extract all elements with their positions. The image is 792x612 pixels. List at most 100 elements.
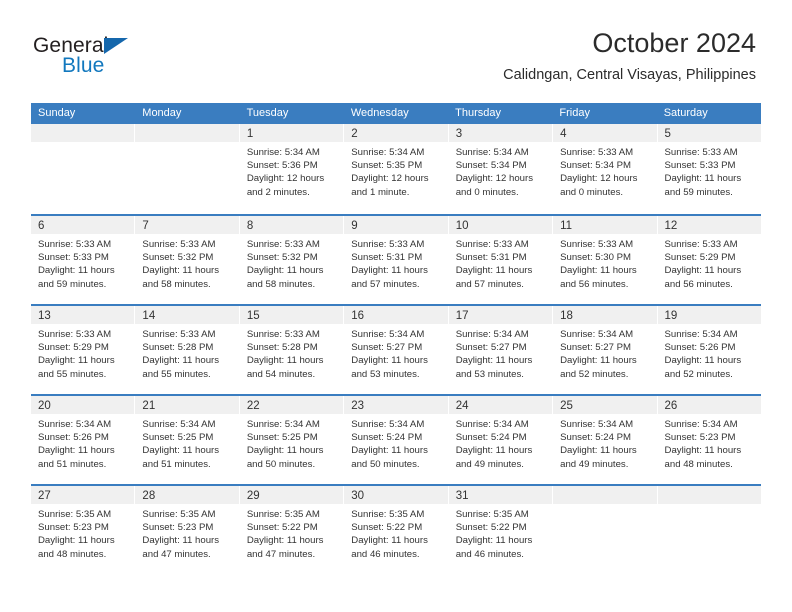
calendar-day-cell[interactable]: 22 Sunrise: 5:34 AM Sunset: 5:25 PM Dayl… bbox=[239, 396, 345, 484]
calendar-day-cell[interactable] bbox=[553, 486, 658, 574]
sunset-text: Sunset: 5:24 PM bbox=[351, 432, 423, 444]
calendar-day-cell[interactable]: 25 Sunrise: 5:34 AM Sunset: 5:24 PM Dayl… bbox=[553, 396, 658, 484]
daylight-text-line2: and 46 minutes. bbox=[351, 548, 420, 560]
calendar-day-cell[interactable]: 21 Sunrise: 5:34 AM Sunset: 5:25 PM Dayl… bbox=[135, 396, 240, 484]
day-number: 21 bbox=[142, 400, 156, 412]
calendar-day-cell[interactable] bbox=[31, 124, 136, 214]
calendar-week-row: 6 Sunrise: 5:33 AM Sunset: 5:33 PM Dayli… bbox=[31, 214, 761, 304]
calendar-day-cell[interactable]: 7 Sunrise: 5:33 AM Sunset: 5:32 PM Dayli… bbox=[135, 216, 240, 304]
day-number: 6 bbox=[38, 220, 45, 232]
calendar-day-cell[interactable]: 27 Sunrise: 5:35 AM Sunset: 5:23 PM Dayl… bbox=[31, 486, 136, 574]
sunrise-text: Sunrise: 5:35 AM bbox=[246, 509, 320, 520]
sunrise-text: Sunrise: 5:34 AM bbox=[351, 329, 425, 340]
daylight-text-line2: and 51 minutes. bbox=[38, 458, 107, 470]
daylight-text-line2: and 50 minutes. bbox=[351, 458, 420, 470]
calendar-week-row: 1 Sunrise: 5:34 AM Sunset: 5:36 PM Dayli… bbox=[31, 124, 761, 214]
daylight-text-line2: and 47 minutes. bbox=[246, 548, 316, 560]
daylight-text-line1: Daylight: 11 hours bbox=[142, 445, 220, 457]
weekday-header-saturday: Saturday bbox=[663, 107, 708, 119]
sunset-text: Sunset: 5:36 PM bbox=[246, 160, 318, 172]
calendar-day-cell[interactable]: 11 Sunrise: 5:33 AM Sunset: 5:30 PM Dayl… bbox=[553, 216, 658, 304]
calendar-day-cell[interactable]: 19 Sunrise: 5:34 AM Sunset: 5:26 PM Dayl… bbox=[657, 306, 761, 394]
daylight-text-line1: Daylight: 11 hours bbox=[664, 355, 742, 367]
triangle-icon bbox=[104, 38, 128, 54]
daylight-text-line2: and 56 minutes. bbox=[560, 278, 629, 290]
day-number: 12 bbox=[664, 220, 678, 232]
sunset-text: Sunset: 5:28 PM bbox=[246, 342, 318, 354]
sunrise-text: Sunrise: 5:33 AM bbox=[246, 329, 320, 340]
weekday-header-sunday: Sunday bbox=[38, 107, 76, 119]
calendar-day-cell[interactable]: 4 Sunrise: 5:33 AM Sunset: 5:34 PM Dayli… bbox=[553, 124, 658, 214]
sunrise-text: Sunrise: 5:33 AM bbox=[38, 329, 112, 340]
calendar-day-cell[interactable]: 20 Sunrise: 5:34 AM Sunset: 5:26 PM Dayl… bbox=[31, 396, 136, 484]
day-number: 4 bbox=[560, 128, 567, 140]
calendar-day-cell[interactable]: 24 Sunrise: 5:34 AM Sunset: 5:24 PM Dayl… bbox=[448, 396, 554, 484]
sunset-text: Sunset: 5:35 PM bbox=[351, 160, 423, 172]
calendar-day-cell[interactable]: 16 Sunrise: 5:34 AM Sunset: 5:27 PM Dayl… bbox=[344, 306, 449, 394]
daylight-text-line1: Daylight: 11 hours bbox=[38, 445, 115, 457]
daylight-text-line1: Daylight: 11 hours bbox=[246, 535, 324, 547]
calendar-day-cell[interactable]: 3 Sunrise: 5:34 AM Sunset: 5:34 PM Dayli… bbox=[448, 124, 554, 214]
daylight-text-line2: and 51 minutes. bbox=[142, 458, 211, 470]
day-number: 5 bbox=[664, 128, 671, 140]
daylight-text-line1: Daylight: 11 hours bbox=[455, 355, 533, 367]
weekday-header-monday: Monday bbox=[142, 107, 182, 119]
calendar-day-cell[interactable]: 30 Sunrise: 5:35 AM Sunset: 5:22 PM Dayl… bbox=[344, 486, 449, 574]
sunset-text: Sunset: 5:25 PM bbox=[142, 432, 214, 444]
daylight-text-line1: Daylight: 11 hours bbox=[351, 355, 428, 367]
daylight-text-line2: and 0 minutes. bbox=[560, 186, 624, 198]
daylight-text-line2: and 59 minutes. bbox=[38, 278, 107, 290]
daylight-text-line1: Daylight: 11 hours bbox=[560, 265, 637, 277]
calendar-day-cell[interactable]: 23 Sunrise: 5:34 AM Sunset: 5:24 PM Dayl… bbox=[344, 396, 449, 484]
general-blue-logo[interactable]: General Blue bbox=[33, 34, 193, 82]
sunrise-text: Sunrise: 5:35 AM bbox=[455, 509, 529, 520]
calendar-day-cell[interactable]: 26 Sunrise: 5:34 AM Sunset: 5:23 PM Dayl… bbox=[657, 396, 761, 484]
daylight-text-line2: and 1 minute. bbox=[351, 186, 410, 198]
sunset-text: Sunset: 5:23 PM bbox=[664, 432, 736, 444]
sunrise-text: Sunrise: 5:34 AM bbox=[38, 419, 112, 430]
daylight-text-line1: Daylight: 11 hours bbox=[246, 355, 324, 367]
sunset-text: Sunset: 5:26 PM bbox=[38, 432, 109, 444]
sunset-text: Sunset: 5:24 PM bbox=[560, 432, 632, 444]
calendar-day-cell[interactable]: 8 Sunrise: 5:33 AM Sunset: 5:32 PM Dayli… bbox=[239, 216, 345, 304]
calendar-day-cell[interactable] bbox=[135, 124, 240, 214]
daylight-text-line1: Daylight: 11 hours bbox=[664, 445, 742, 457]
calendar-day-cell[interactable]: 10 Sunrise: 5:33 AM Sunset: 5:31 PM Dayl… bbox=[448, 216, 554, 304]
sunrise-text: Sunrise: 5:35 AM bbox=[142, 509, 216, 520]
day-number: 1 bbox=[246, 128, 254, 140]
calendar-day-cell[interactable]: 9 Sunrise: 5:33 AM Sunset: 5:31 PM Dayli… bbox=[344, 216, 449, 304]
calendar-day-cell[interactable]: 1 Sunrise: 5:34 AM Sunset: 5:36 PM Dayli… bbox=[239, 124, 345, 214]
daylight-text-line1: Daylight: 11 hours bbox=[560, 355, 637, 367]
daylight-text-line2: and 58 minutes. bbox=[142, 278, 211, 290]
daylight-text-line2: and 53 minutes. bbox=[351, 368, 420, 380]
calendar-day-cell[interactable] bbox=[657, 486, 761, 574]
sunrise-text: Sunrise: 5:34 AM bbox=[142, 419, 216, 430]
sunrise-text: Sunrise: 5:33 AM bbox=[246, 239, 320, 250]
sunset-text: Sunset: 5:25 PM bbox=[246, 432, 318, 444]
calendar-day-cell[interactable]: 31 Sunrise: 5:35 AM Sunset: 5:22 PM Dayl… bbox=[448, 486, 554, 574]
sunset-text: Sunset: 5:33 PM bbox=[664, 160, 736, 172]
day-number: 29 bbox=[246, 490, 260, 502]
sunrise-text: Sunrise: 5:34 AM bbox=[455, 147, 529, 158]
calendar-day-cell[interactable]: 2 Sunrise: 5:34 AM Sunset: 5:35 PM Dayli… bbox=[344, 124, 449, 214]
sunset-text: Sunset: 5:22 PM bbox=[351, 522, 423, 534]
calendar-day-cell[interactable]: 17 Sunrise: 5:34 AM Sunset: 5:27 PM Dayl… bbox=[448, 306, 554, 394]
calendar-day-cell[interactable]: 29 Sunrise: 5:35 AM Sunset: 5:22 PM Dayl… bbox=[239, 486, 345, 574]
sunrise-text: Sunrise: 5:33 AM bbox=[351, 239, 425, 250]
calendar-day-cell[interactable]: 6 Sunrise: 5:33 AM Sunset: 5:33 PM Dayli… bbox=[31, 216, 136, 304]
day-number: 13 bbox=[38, 310, 51, 322]
day-number: 19 bbox=[664, 310, 678, 322]
calendar-day-cell[interactable]: 13 Sunrise: 5:33 AM Sunset: 5:29 PM Dayl… bbox=[31, 306, 136, 394]
daylight-text-line2: and 49 minutes. bbox=[560, 458, 629, 470]
page-header: General Blue October 2024 Calidngan, Cen… bbox=[0, 0, 792, 103]
calendar-day-cell[interactable]: 18 Sunrise: 5:34 AM Sunset: 5:27 PM Dayl… bbox=[553, 306, 658, 394]
calendar-day-cell[interactable]: 28 Sunrise: 5:35 AM Sunset: 5:23 PM Dayl… bbox=[135, 486, 240, 574]
calendar-day-cell[interactable]: 14 Sunrise: 5:33 AM Sunset: 5:28 PM Dayl… bbox=[135, 306, 240, 394]
daylight-text-line1: Daylight: 11 hours bbox=[455, 535, 533, 547]
daylight-text-line1: Daylight: 11 hours bbox=[560, 445, 637, 457]
calendar-day-cell[interactable]: 5 Sunrise: 5:33 AM Sunset: 5:33 PM Dayli… bbox=[657, 124, 761, 214]
calendar-day-cell[interactable]: 15 Sunrise: 5:33 AM Sunset: 5:28 PM Dayl… bbox=[239, 306, 345, 394]
weekday-header-thursday: Thursday bbox=[455, 107, 501, 119]
calendar-day-cell[interactable]: 12 Sunrise: 5:33 AM Sunset: 5:29 PM Dayl… bbox=[657, 216, 761, 304]
sunset-text: Sunset: 5:23 PM bbox=[142, 522, 214, 534]
